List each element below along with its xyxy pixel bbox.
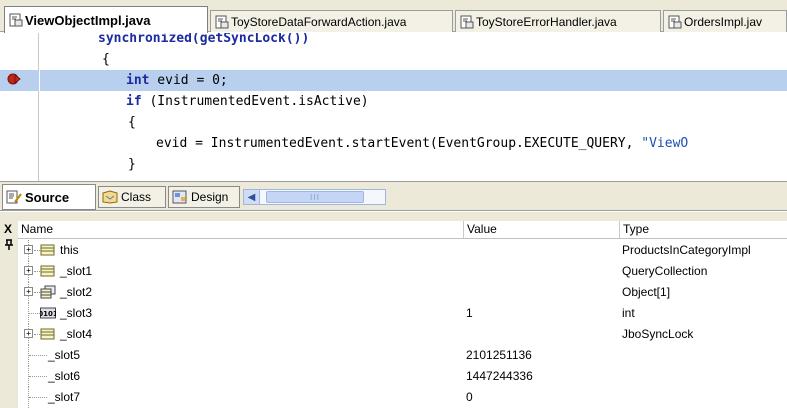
code-token: { — [102, 52, 110, 67]
variable-type: int — [622, 306, 635, 320]
tab-toystoredataforwardaction[interactable]: ToyStoreDataForwardAction.java — [210, 10, 453, 32]
expand-icon[interactable]: + — [24, 329, 33, 338]
code-token: evid = 0; — [149, 73, 228, 88]
code-line: { — [40, 49, 787, 70]
scroll-thumb-grip: III — [309, 192, 321, 202]
class-icon — [102, 190, 118, 204]
tab-ordersimpl[interactable]: OrdersImpl.jav — [663, 10, 787, 32]
code-line: { — [40, 112, 787, 133]
code-line: if (InstrumentedEvent.isActive) — [40, 91, 787, 112]
code-token: "ViewO — [641, 136, 689, 151]
tab-label: ViewObjectImpl.java — [25, 12, 151, 28]
tab-label: OrdersImpl.jav — [684, 14, 763, 29]
table-row[interactable]: + this ProductsInCategoryImpl — [18, 240, 787, 261]
table-row[interactable]: + _slot4 JboSyncLock — [18, 324, 787, 345]
variable-name: _slot7 — [48, 390, 81, 404]
tab-class[interactable]: Class — [98, 186, 166, 208]
code-line-current: int evid = 0; — [40, 70, 787, 91]
design-icon — [172, 190, 187, 204]
tab-design-label: Design — [191, 190, 229, 204]
variable-value: 1447244336 — [466, 369, 533, 383]
variable-name: _slot3 — [60, 306, 93, 320]
tab-source[interactable]: Source — [2, 184, 96, 210]
variable-name: _slot2 — [60, 285, 93, 299]
code-token: if — [126, 94, 142, 109]
tab-label: ToyStoreDataForwardAction.java — [231, 14, 407, 29]
editor-gutter[interactable] — [0, 33, 39, 181]
column-header-type[interactable]: Type — [620, 221, 787, 239]
source-icon — [6, 190, 22, 204]
column-header-name[interactable]: Name — [18, 221, 464, 239]
tabs-scrollbar[interactable]: ◀ III — [243, 189, 386, 205]
breakpoint-icon[interactable] — [7, 72, 21, 86]
variable-type: Object[1] — [622, 285, 671, 299]
pin-icon[interactable] — [4, 239, 14, 254]
expand-icon[interactable]: + — [24, 266, 33, 275]
scroll-thumb[interactable]: III — [266, 191, 364, 203]
table-header: Name Value Type — [18, 221, 787, 239]
column-label: Name — [21, 222, 54, 236]
svg-text:0101: 0101 — [40, 310, 56, 318]
variable-value: 2101251136 — [466, 348, 532, 362]
tab-source-label: Source — [25, 189, 70, 205]
editor-view-tabs: Source Class Design ◀ III — [0, 181, 787, 211]
variable-type: QueryCollection — [622, 264, 708, 278]
java-file-icon — [668, 15, 682, 28]
close-panel-icon[interactable]: X — [4, 222, 12, 236]
tree-connector: + — [18, 240, 98, 261]
code-token: synchronized(getSyncLock()) — [98, 33, 310, 46]
code-token: int — [126, 73, 150, 88]
expand-icon[interactable]: + — [24, 245, 33, 254]
panel-divider[interactable] — [0, 212, 787, 221]
variable-name: _slot4 — [60, 327, 93, 341]
array-icon — [40, 285, 56, 299]
java-file-icon — [460, 15, 474, 28]
code-line: evid = InstrumentedEvent.startEvent(Even… — [40, 133, 787, 154]
tab-label: ToyStoreErrorHandler.java — [476, 14, 617, 29]
tab-class-label: Class — [121, 190, 152, 204]
code-text[interactable]: synchronized(getSyncLock()) { int evid =… — [40, 33, 787, 181]
variable-value: 0 — [466, 390, 473, 404]
debugger-data-panel: X Name Value Type + this ProductsInCategor… — [0, 221, 787, 408]
java-file-icon — [215, 15, 229, 28]
table-row[interactable]: + _slot1 QueryCollection — [18, 261, 787, 282]
tab-design[interactable]: Design — [168, 186, 240, 208]
panel-side-controls: X — [0, 221, 18, 408]
variable-value: 1 — [466, 306, 473, 320]
variable-type: JboSyncLock — [622, 327, 694, 341]
variable-type: ProductsInCategoryImpl — [622, 243, 751, 257]
column-header-value[interactable]: Value — [464, 221, 620, 239]
object-icon — [40, 265, 55, 277]
scroll-left-icon[interactable]: ◀ — [244, 190, 260, 204]
expand-icon[interactable]: + — [24, 287, 33, 296]
variable-name: _slot1 — [60, 264, 93, 278]
file-tab-bar: ViewObjectImpl.java ToyStoreDataForwardA… — [0, 0, 787, 33]
column-label: Type — [623, 222, 650, 236]
tab-toystoreerrorhandler[interactable]: ToyStoreErrorHandler.java — [455, 10, 661, 32]
object-icon — [40, 328, 55, 340]
table-row[interactable]: _slot7 0 — [18, 387, 787, 408]
tab-viewobjectimpl[interactable]: ViewObjectImpl.java — [4, 6, 208, 33]
column-label: Value — [467, 222, 497, 236]
code-token: } — [128, 157, 136, 172]
variable-name: this — [60, 243, 79, 257]
table-row[interactable]: + _slot2 Object[1] — [18, 282, 787, 303]
java-file-icon — [9, 13, 23, 27]
table-row[interactable]: _slot5 2101251136 — [18, 345, 787, 366]
code-line: } — [40, 154, 787, 175]
table-row[interactable]: _slot6 1447244336 — [18, 366, 787, 387]
table-row[interactable]: 0101 _slot3 1 int — [18, 303, 787, 324]
primitive-icon: 0101 — [40, 307, 56, 319]
variable-name: _slot6 — [48, 369, 81, 383]
variable-name: _slot5 — [48, 348, 81, 362]
code-token: evid = InstrumentedEvent.startEvent(Even… — [156, 136, 642, 151]
code-token: (InstrumentedEvent.isActive) — [141, 94, 369, 109]
code-line: synchronized(getSyncLock()) — [40, 33, 787, 49]
code-editor[interactable]: synchronized(getSyncLock()) { int evid =… — [0, 33, 787, 181]
code-token: { — [128, 115, 136, 130]
object-icon — [40, 244, 55, 256]
